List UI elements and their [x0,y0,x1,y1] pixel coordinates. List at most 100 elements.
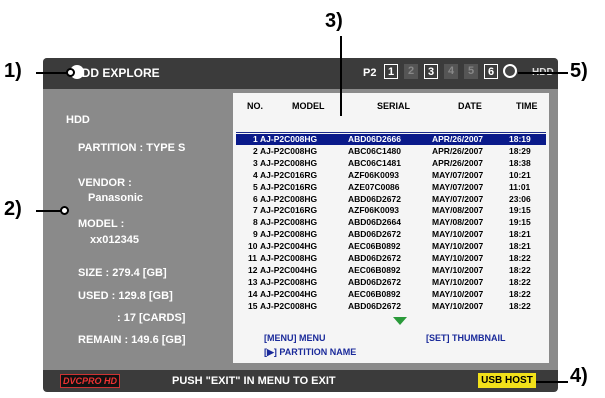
row-date: APR/26/2007 [432,145,484,156]
table-row[interactable]: 8 AJ-P2C008HG ABD06D2664 MAY/08/2007 19:15 [236,217,546,228]
row-date: APR/26/2007 [432,134,484,144]
row-no: 1 [253,134,258,144]
table-row[interactable]: 3 AJ-P2C008HG ABC06C1481 APR/26/2007 18:38 [236,158,546,169]
slot-3[interactable]: 3 [424,64,438,79]
table-row[interactable]: 10 AJ-P2C004HG AEC06B0892 MAY/10/2007 18:21 [236,241,546,252]
row-model: AJ-P2C004HG [260,241,318,252]
row-date: MAY/10/2007 [432,241,484,252]
callout-3-line [340,36,342,116]
row-model: AJ-P2C008HG [260,145,318,156]
header-divider [236,132,546,133]
row-serial: AZE07C0086 [348,181,400,192]
table-row[interactable]: 12 AJ-P2C004HG AEC06B0892 MAY/10/2007 18:22 [236,265,546,276]
row-date: MAY/07/2007 [432,193,484,204]
column-header-no: NO. [247,101,264,111]
row-no: 14 [248,288,258,299]
row-date: MAY/10/2007 [432,300,484,311]
row-date: APR/26/2007 [432,157,484,168]
callout-4: 4) [570,365,588,387]
row-no: 13 [248,276,258,287]
callout-5: 5) [570,60,588,82]
callout-3: 3) [325,10,343,32]
row-serial: AEC06B0892 [348,288,401,299]
row-date: MAY/08/2007 [432,217,484,228]
hdd-slot-icon [503,64,517,78]
row-model: AJ-P2C008HG [260,253,318,263]
row-model: AJ-P2C008HG [260,193,318,204]
row-serial: ABD06D2672 [348,253,401,263]
slot-6[interactable]: 6 [484,64,498,79]
table-row[interactable]: 4 AJ-P2C016RG AZF06K0093 MAY/07/2007 10:21 [236,170,546,181]
row-serial: ABD06D2672 [348,229,401,240]
column-header-time: TIME [516,101,538,111]
row-time: 18:22 [509,253,531,263]
table-row[interactable]: 1 AJ-P2C008HG ABD06D2666 APR/26/2007 18:19 [236,134,546,145]
remain-info: REMAIN : 149.6 [GB] [78,334,186,346]
row-model: AJ-P2C008HG [260,276,318,287]
callout-2-line [36,210,62,212]
row-time: 18:38 [509,157,531,168]
footer-partition-hint: [▶] PARTITION NAME [264,347,357,357]
slot-1[interactable]: 1 [384,64,398,79]
table-row[interactable]: 6 AJ-P2C008HG ABD06D2672 MAY/07/2007 23:06 [236,194,546,205]
row-no: 4 [253,169,258,180]
row-time: 18:29 [509,145,531,156]
row-no: 10 [248,241,258,252]
scroll-down-arrow-icon[interactable] [393,317,407,325]
used-info: USED : 129.8 [GB] [78,290,173,302]
table-row[interactable]: 5 AJ-P2C016RG AZE07C0086 MAY/07/2007 11:01 [236,182,546,193]
callout-1: 1) [4,60,22,82]
callout-2-marker [60,206,69,215]
row-time: 19:15 [509,217,531,228]
exit-instruction: PUSH "EXIT" IN MENU TO EXIT [172,375,336,387]
row-serial: AZF06K0093 [348,169,400,180]
table-row[interactable]: 15 AJ-P2C008HG ABD06D2672 MAY/10/2007 18:22 [236,301,546,312]
table-row[interactable]: 11 AJ-P2C008HG ABD06D2672 MAY/10/2007 18:22 [236,253,546,264]
partition-type: PARTITION : TYPE S [78,142,186,154]
row-serial: AZF06K0093 [348,205,400,216]
dvcpro-hd-logo: DVCPRO HD [60,374,120,388]
row-time: 18:21 [509,229,531,240]
row-time: 11:01 [509,181,531,192]
row-model: AJ-P2C016RG [260,181,318,192]
row-model: AJ-P2C016RG [260,205,318,216]
callout-1-line [36,72,68,74]
footer-menu-hint: [MENU] MENU [264,333,326,343]
row-model: AJ-P2C008HG [260,134,318,144]
model-value: xx012345 [90,234,139,246]
table-row[interactable]: 14 AJ-P2C004HG AEC06B0892 MAY/10/2007 18:22 [236,289,546,300]
row-time: 23:06 [509,193,531,204]
slot-5[interactable]: 5 [464,64,478,79]
row-no: 15 [248,300,258,311]
row-no: 12 [248,264,258,275]
row-model: AJ-P2C016RG [260,169,318,180]
row-serial: ABD06D2672 [348,276,401,287]
slot-2[interactable]: 2 [404,64,418,79]
row-no: 3 [253,157,258,168]
row-date: MAY/07/2007 [432,169,484,180]
row-serial: AEC06B0892 [348,241,401,252]
vendor-label: VENDOR : [78,177,132,189]
column-header-model: MODEL [292,101,325,111]
row-serial: ABD06D2666 [348,134,401,144]
screen-title: HDD EXPLORE [73,66,160,80]
size-info: SIZE : 279.4 [GB] [78,267,167,279]
table-row[interactable]: 13 AJ-P2C008HG ABD06D2672 MAY/10/2007 18:22 [236,277,546,288]
footer-thumbnail-hint: [SET] THUMBNAIL [426,333,506,343]
row-model: AJ-P2C004HG [260,264,318,275]
row-serial: ABD06D2664 [348,217,401,228]
table-row[interactable]: 9 AJ-P2C008HG ABD06D2672 MAY/10/2007 18:21 [236,229,546,240]
slot-4[interactable]: 4 [444,64,458,79]
row-date: MAY/10/2007 [432,253,484,263]
row-no: 6 [253,193,258,204]
row-time: 18:21 [509,241,531,252]
row-date: MAY/07/2007 [432,181,484,192]
row-time: 18:22 [509,276,531,287]
row-model: AJ-P2C008HG [260,157,318,168]
row-serial: AEC06B0892 [348,264,401,275]
row-serial: ABD06D2672 [348,193,401,204]
model-label: MODEL : [78,218,125,230]
row-time: 18:22 [509,288,531,299]
table-row[interactable]: 7 AJ-P2C016RG AZF06K0093 MAY/08/2007 19:15 [236,205,546,216]
table-row[interactable]: 2 AJ-P2C008HG ABC06C1480 APR/26/2007 18:29 [236,146,546,157]
